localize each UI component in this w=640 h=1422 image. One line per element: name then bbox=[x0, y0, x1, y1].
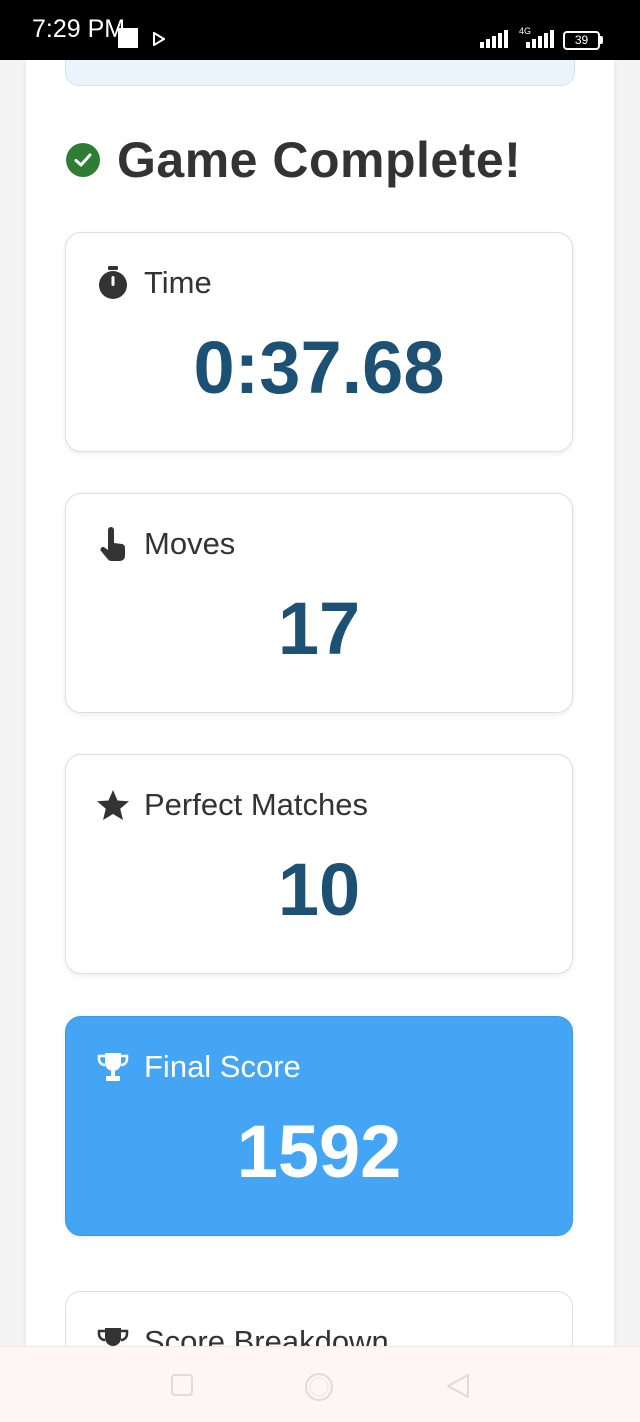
star-icon bbox=[96, 788, 130, 822]
perfect-matches-value: 10 bbox=[277, 848, 361, 931]
tap-hand-icon bbox=[96, 527, 130, 561]
moves-card: Moves 17 bbox=[65, 493, 573, 713]
status-bar: 7:29 PM 4G 39 bbox=[0, 0, 640, 60]
moves-label: Moves bbox=[144, 526, 236, 561]
top-banner bbox=[65, 60, 575, 86]
time-value: 0:37.68 bbox=[193, 326, 445, 409]
check-circle-icon bbox=[66, 143, 100, 177]
notification-square-icon bbox=[118, 28, 138, 48]
time-label: Time bbox=[144, 265, 212, 300]
page-title: Game Complete! bbox=[117, 132, 522, 188]
perfect-matches-label: Perfect Matches bbox=[144, 787, 368, 822]
score-breakdown-card: Score Breakdown bbox=[65, 1291, 573, 1350]
battery-tip bbox=[600, 36, 603, 44]
home-button[interactable] bbox=[303, 1371, 335, 1403]
perfect-matches-card-header: Perfect Matches bbox=[96, 787, 368, 823]
result-heading: Game Complete! bbox=[66, 130, 521, 190]
final-score-card: Final Score 1592 bbox=[65, 1016, 573, 1236]
moves-value: 17 bbox=[277, 587, 361, 670]
time-card: Time 0:37.68 bbox=[65, 232, 573, 452]
status-time: 7:29 PM bbox=[32, 15, 126, 43]
stopwatch-icon bbox=[96, 266, 130, 300]
back-button[interactable] bbox=[446, 1373, 470, 1399]
trophy-icon bbox=[96, 1050, 130, 1084]
battery-icon: 39 bbox=[563, 31, 600, 50]
recent-apps-button[interactable] bbox=[170, 1373, 194, 1397]
perfect-matches-card: Perfect Matches 10 bbox=[65, 754, 573, 974]
signal-icon bbox=[480, 30, 508, 48]
time-card-header: Time bbox=[96, 265, 212, 301]
final-score-card-header: Final Score bbox=[96, 1049, 301, 1085]
play-store-icon bbox=[153, 32, 165, 46]
screen: 7:29 PM 4G 39 Game Complete! Time 0:37.6… bbox=[0, 0, 640, 1422]
moves-card-header: Moves bbox=[96, 526, 235, 562]
final-score-label: Final Score bbox=[144, 1049, 301, 1084]
final-score-value: 1592 bbox=[236, 1110, 402, 1193]
system-nav-bar bbox=[0, 1346, 640, 1422]
signal-4g-icon bbox=[526, 30, 554, 48]
results-panel: Game Complete! Time 0:37.68 Moves 17 Per… bbox=[26, 60, 614, 1350]
